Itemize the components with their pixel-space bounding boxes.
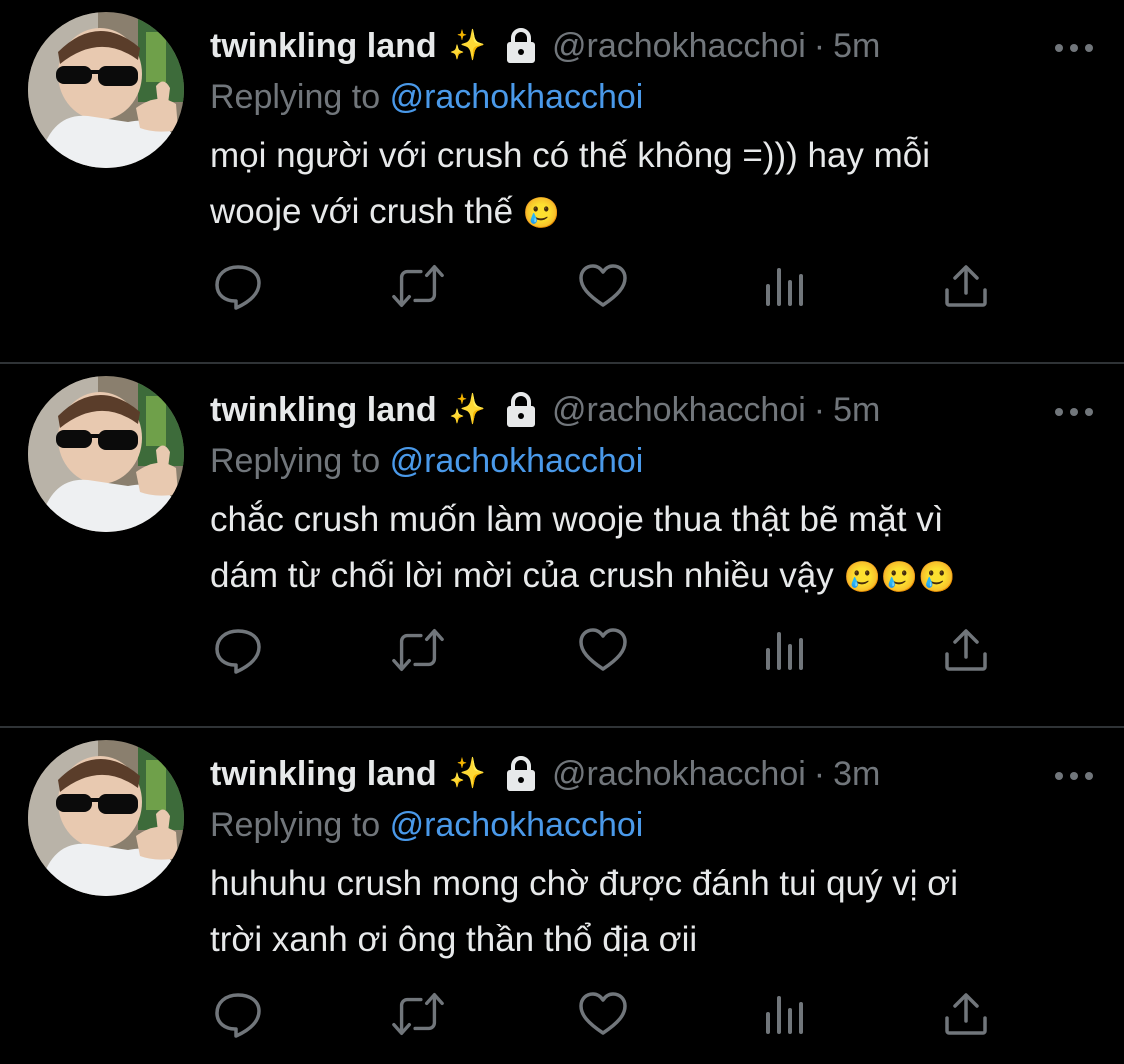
replying-to-label: Replying to <box>210 806 381 844</box>
reply-icon[interactable] <box>210 258 266 314</box>
tweet-text-line: trời xanh ơi ông thần thổ địa ơii <box>210 912 1070 970</box>
avatar[interactable] <box>28 12 184 168</box>
sparkle-emoji: ✨ <box>448 29 487 62</box>
avatar[interactable] <box>28 376 184 532</box>
more-icon[interactable] <box>1052 28 1096 68</box>
user-handle[interactable]: @rachokhacchoi <box>552 750 806 798</box>
timeline: twinkling land ✨ @rachokhacchoi · 5m Rep… <box>0 0 1124 1064</box>
retweet-icon[interactable] <box>390 622 446 678</box>
more-icon[interactable] <box>1052 756 1096 796</box>
sparkle-emoji: ✨ <box>448 757 487 790</box>
share-icon[interactable] <box>938 258 994 314</box>
lock-icon <box>504 391 538 429</box>
tweet-text: huhuhu crush mong chờ được đánh tui quý … <box>210 856 1070 970</box>
tweet-text-content: dám từ chối lời mời của crush nhiều vậy <box>210 556 834 595</box>
views-icon[interactable] <box>757 622 813 678</box>
lock-icon <box>504 755 538 793</box>
timestamp[interactable]: 5m <box>833 22 880 70</box>
timestamp[interactable]: 3m <box>833 750 880 798</box>
tweet-content: twinkling land ✨ @rachokhacchoi · 5m Rep… <box>210 386 1094 606</box>
tweet-text-line: mọi người với crush có thế không =))) ha… <box>210 136 931 175</box>
tweet-text-line: chắc crush muốn làm wooje thua thật bẽ m… <box>210 500 944 539</box>
user-handle[interactable]: @rachokhacchoi <box>552 386 806 434</box>
tweet-text-line: huhuhu crush mong chờ được đánh tui quý … <box>210 864 958 903</box>
lock-icon <box>504 27 538 65</box>
display-name[interactable]: twinkling land <box>210 22 437 70</box>
replying-to: Replying to @rachokhacchoi <box>210 70 1094 124</box>
reply-icon[interactable] <box>210 622 266 678</box>
replying-to-handle[interactable]: @rachokhacchoi <box>390 806 644 844</box>
replying-to-label: Replying to <box>210 78 381 116</box>
avatar[interactable] <box>28 740 184 896</box>
retweet-icon[interactable] <box>390 986 446 1042</box>
replying-to-handle[interactable]: @rachokhacchoi <box>390 442 644 480</box>
tweet-text: mọi người với crush có thế không =))) ha… <box>210 128 1070 242</box>
separator-dot: · <box>813 755 826 793</box>
views-icon[interactable] <box>757 258 813 314</box>
tweet[interactable]: twinkling land ✨ @rachokhacchoi · 5m Rep… <box>0 0 1124 364</box>
tweet-header: twinkling land ✨ @rachokhacchoi · 5m <box>210 22 1094 70</box>
tweet-header: twinkling land ✨ @rachokhacchoi · 5m <box>210 386 1094 434</box>
emoji: 🥲 <box>522 197 561 230</box>
tweet-text-line: dám từ chối lời mời của crush nhiều vậy … <box>210 548 1070 606</box>
user-handle[interactable]: @rachokhacchoi <box>552 22 806 70</box>
tweet-actions <box>210 986 1000 1042</box>
heart-icon[interactable] <box>575 622 631 678</box>
tweet-content: twinkling land ✨ @rachokhacchoi · 3m Rep… <box>210 750 1094 970</box>
tweet-actions <box>210 258 1000 314</box>
tweet-text-content: trời xanh ơi ông thần thổ địa ơii <box>210 920 698 959</box>
reply-icon[interactable] <box>210 986 266 1042</box>
tweet-text-content: wooje với crush thế <box>210 192 514 231</box>
tweet-text-line: wooje với crush thế 🥲 <box>210 184 1070 242</box>
tweet[interactable]: twinkling land ✨ @rachokhacchoi · 5m Rep… <box>0 364 1124 728</box>
replying-to-label: Replying to <box>210 442 381 480</box>
share-icon[interactable] <box>938 622 994 678</box>
separator-dot: · <box>813 27 826 65</box>
tweet-text: chắc crush muốn làm wooje thua thật bẽ m… <box>210 492 1070 606</box>
replying-to-handle[interactable]: @rachokhacchoi <box>390 78 644 116</box>
more-icon[interactable] <box>1052 392 1096 432</box>
tweet-actions <box>210 622 1000 678</box>
heart-icon[interactable] <box>575 258 631 314</box>
display-name[interactable]: twinkling land <box>210 750 437 798</box>
views-icon[interactable] <box>757 986 813 1042</box>
replying-to: Replying to @rachokhacchoi <box>210 434 1094 488</box>
share-icon[interactable] <box>938 986 994 1042</box>
separator-dot: · <box>813 391 826 429</box>
sparkle-emoji: ✨ <box>448 393 487 426</box>
emoji: 🥲🥲🥲 <box>843 561 956 594</box>
tweet-content: twinkling land ✨ @rachokhacchoi · 5m Rep… <box>210 22 1094 242</box>
replying-to: Replying to @rachokhacchoi <box>210 798 1094 852</box>
heart-icon[interactable] <box>575 986 631 1042</box>
timestamp[interactable]: 5m <box>833 386 880 434</box>
tweet-header: twinkling land ✨ @rachokhacchoi · 3m <box>210 750 1094 798</box>
tweet[interactable]: twinkling land ✨ @rachokhacchoi · 3m Rep… <box>0 728 1124 1064</box>
display-name[interactable]: twinkling land <box>210 386 437 434</box>
retweet-icon[interactable] <box>390 258 446 314</box>
